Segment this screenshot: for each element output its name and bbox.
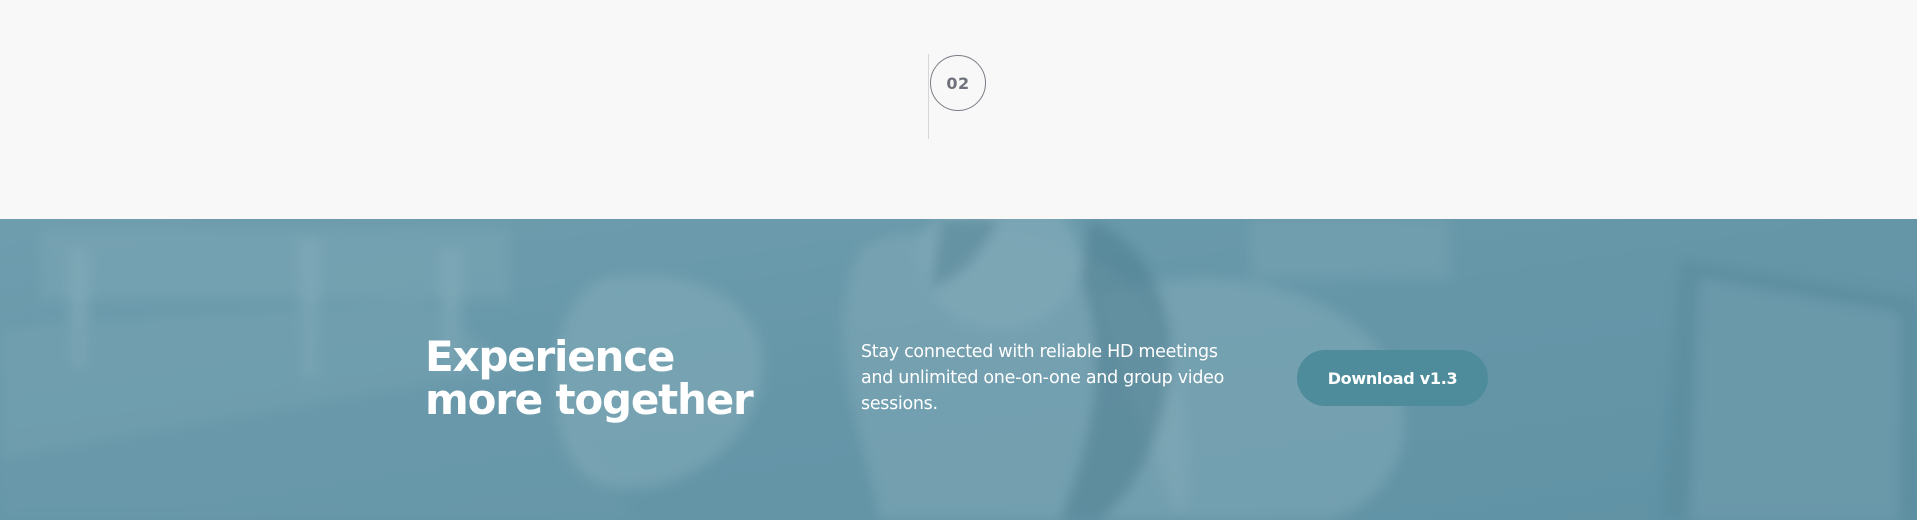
step-circle: 02: [930, 55, 986, 111]
banner-description: Stay connected with reliable HD meetings…: [861, 342, 1225, 414]
timeline-line: [928, 54, 929, 139]
cta-banner: Experience more together Stay connected …: [0, 219, 1917, 520]
banner-headline: Experience more together: [425, 332, 754, 424]
download-button[interactable]: Download v1.3: [1297, 350, 1488, 406]
step-number: 02: [946, 73, 970, 93]
page: 02 Experience more together Stay connect…: [0, 0, 1917, 520]
banner-content: Experience more together Stay connected …: [0, 219, 1917, 520]
steps-section: 02: [0, 0, 1917, 219]
